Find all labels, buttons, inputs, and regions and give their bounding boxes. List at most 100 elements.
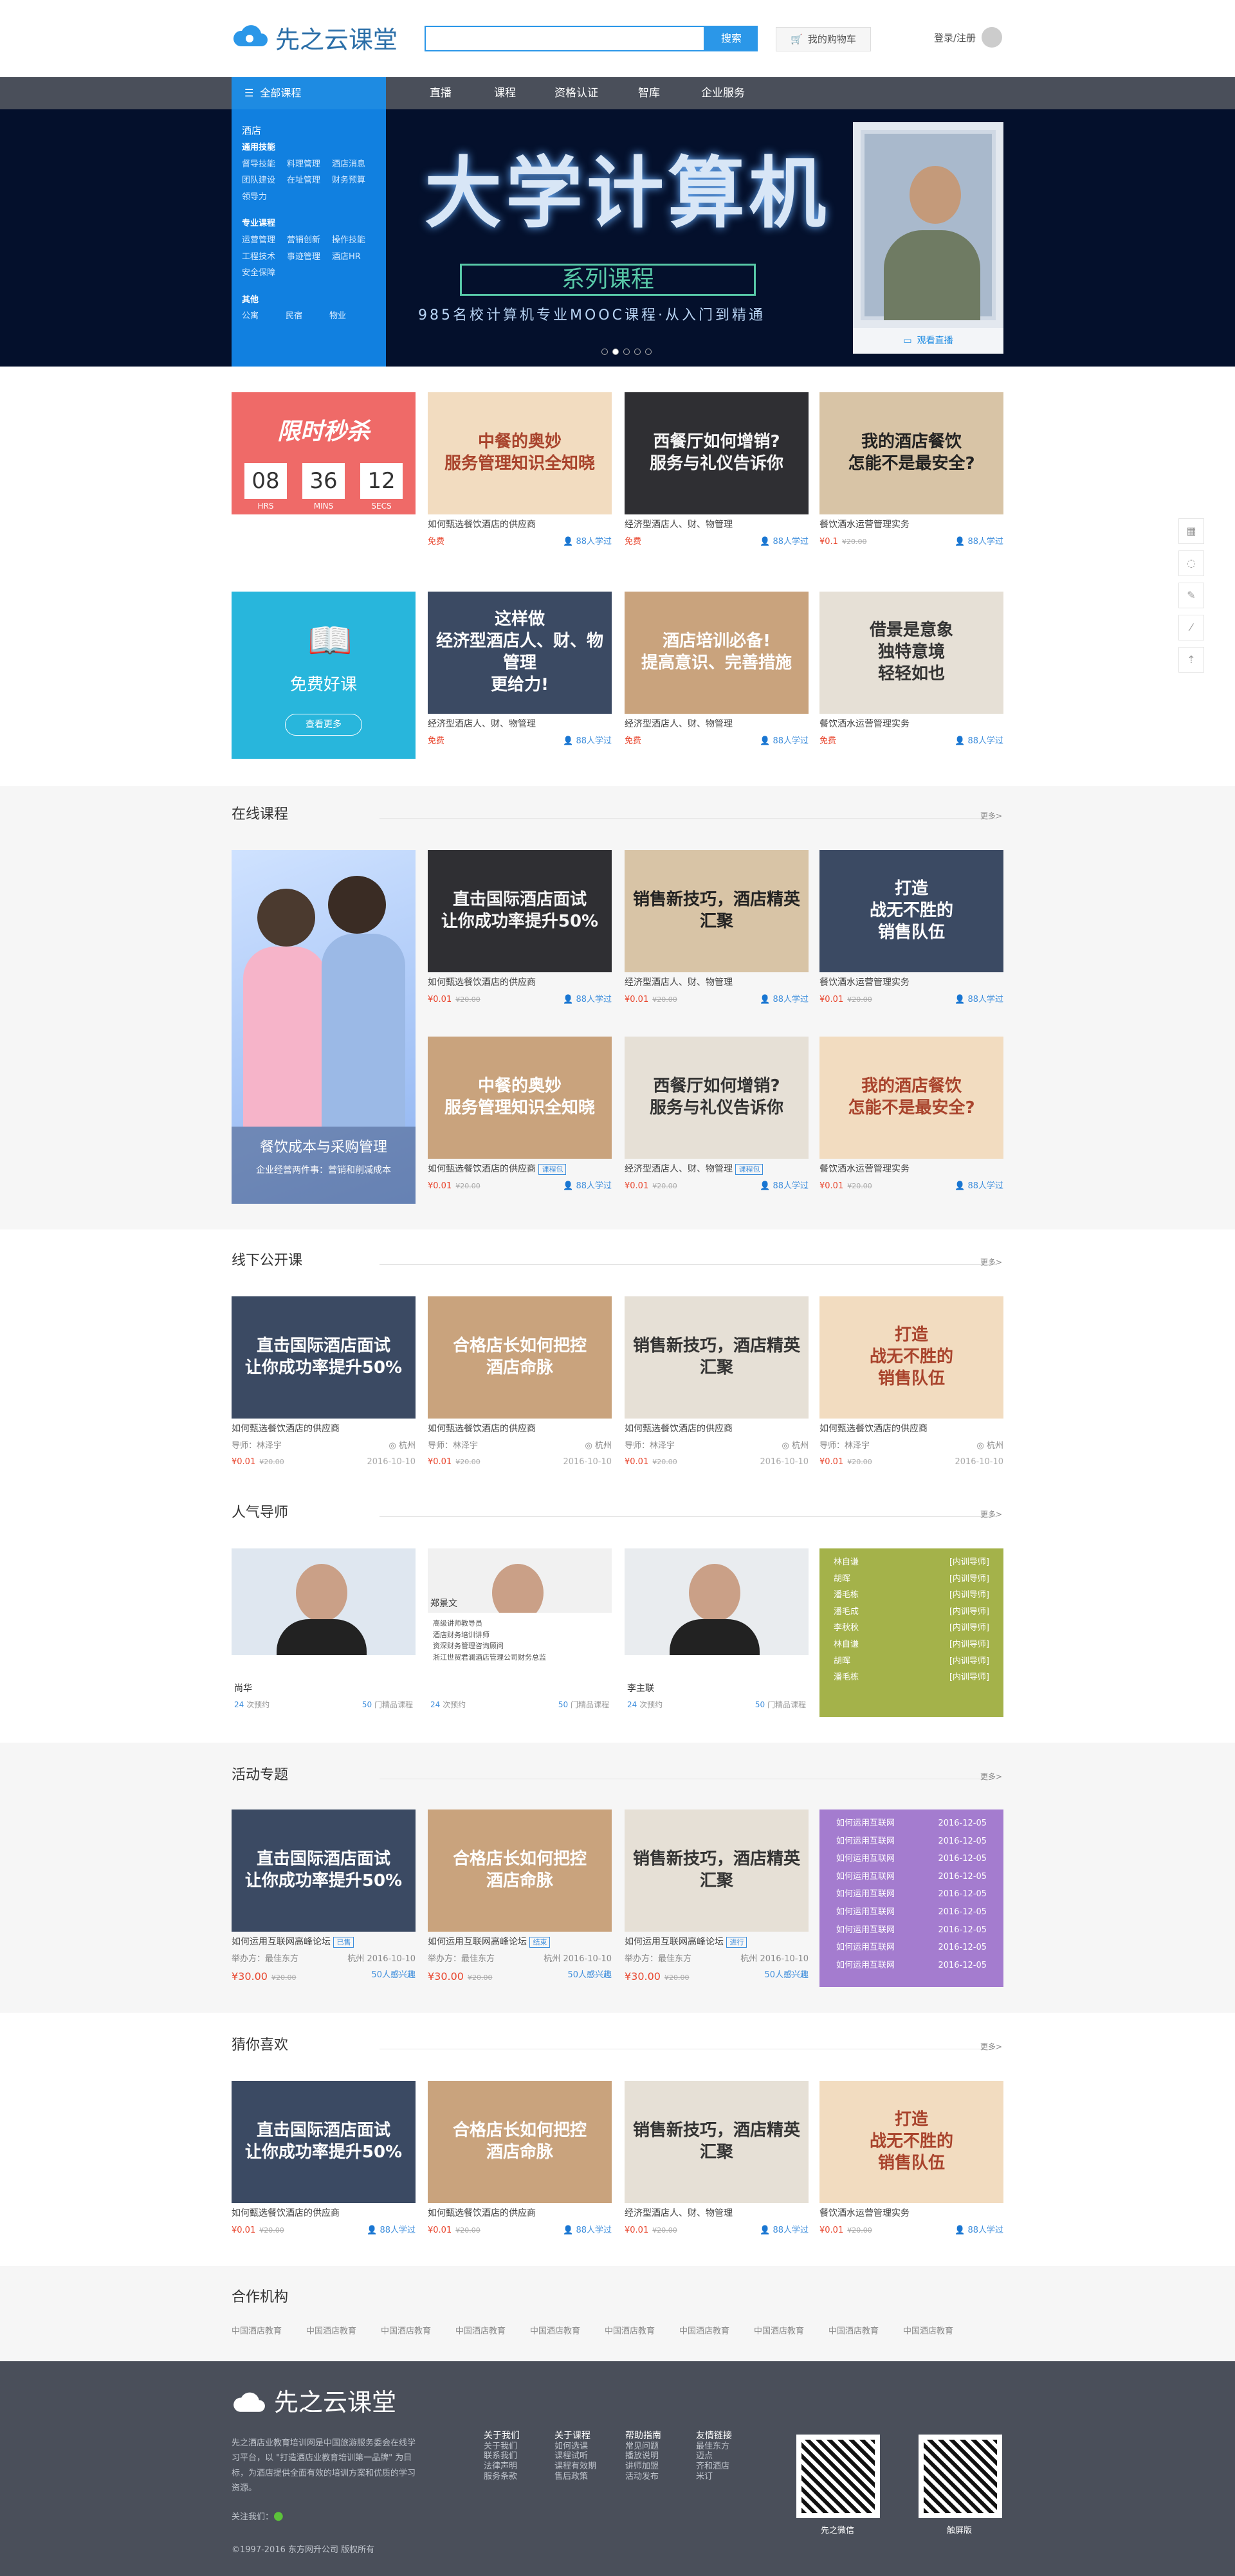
footer-link[interactable]: 法律声明 <box>484 2462 520 2472</box>
event-list-item[interactable]: 如何运用互联网 2016-12-05 <box>836 1819 987 1829</box>
footer-link[interactable]: 如何选课 <box>554 2442 596 2452</box>
course-thumbnail[interactable]: 我的酒店餐饮 怎能不是最安全? <box>819 392 1003 514</box>
category-professional[interactable]: 专业课程 <box>242 219 376 229</box>
course-title[interactable]: 如何甄选餐饮酒店的供应商 <box>428 520 612 531</box>
mentor-photo[interactable] <box>232 1548 416 1655</box>
watch-live-button[interactable]: ▭ 观看直播 <box>853 328 1003 354</box>
mentor-card[interactable]: 高级讲师教导员 酒店财务培训讲师 资深财务管理咨询顾问 浙江世贸君澜酒店管理公司… <box>428 1548 612 1717</box>
login-link[interactable]: 登录/注册 <box>934 32 976 44</box>
course-thumbnail[interactable]: 销售新技巧，酒店精英汇聚 <box>625 1296 809 1419</box>
mentor-photo[interactable] <box>625 1548 809 1655</box>
course-card[interactable]: 合格店长如何把控 酒店命脉 如何甄选餐饮酒店的供应商 ¥0.01 ¥20.00 👤 8… <box>428 2081 612 2235</box>
course-thumbnail[interactable]: 合格店长如何把控 酒店命脉 <box>428 1810 612 1932</box>
side-tool-top-icon[interactable]: ⇡ <box>1178 647 1204 673</box>
course-title[interactable]: 如何运用互联网高峰论坛 已售 <box>232 1937 416 1948</box>
category-other[interactable]: 其他 <box>242 295 376 305</box>
course-thumbnail[interactable]: 直击国际酒店面试 让你成功率提升50% <box>232 1810 416 1932</box>
category-general[interactable]: 通用技能 <box>242 143 376 153</box>
footer-link[interactable]: 服务条款 <box>484 2472 520 2482</box>
course-thumbnail[interactable]: 直击国际酒店面试 让你成功率提升50% <box>428 850 612 972</box>
category-link[interactable]: 财务预算 <box>332 176 365 186</box>
category-link[interactable]: 酒店消息 <box>332 159 365 170</box>
event-list-item[interactable]: 如何运用互联网 2016-12-05 <box>836 1854 987 1864</box>
mentor-list-item[interactable]: 林自谦 [内训导师] <box>834 1557 989 1568</box>
course-thumbnail[interactable]: 这样做 经济型酒店人、财、物管理 更给力! <box>428 592 612 714</box>
footer-link[interactable]: 讲师加盟 <box>625 2462 661 2472</box>
course-title[interactable]: 如何甄选餐饮酒店的供应商 课程包 <box>428 1164 612 1175</box>
course-thumbnail[interactable]: 直击国际酒店面试 让你成功率提升50% <box>232 2081 416 2203</box>
footer-link[interactable]: 课程试听 <box>554 2451 596 2462</box>
course-thumbnail[interactable]: 合格店长如何把控 酒店命脉 <box>428 2081 612 2203</box>
course-title[interactable]: 如何甄选餐饮酒店的供应商 <box>428 1424 612 1435</box>
footer-link[interactable]: 迈点 <box>696 2451 732 2462</box>
course-card[interactable]: 西餐厅如何增销? 服务与礼仪告诉你 经济型酒店人、财、物管理 免费 👤 88人学过 <box>625 392 809 547</box>
cart-button[interactable]: 🛒 我的购物车 <box>776 27 871 51</box>
mentor-list-item[interactable]: 李秋秋 [内训导师] <box>834 1623 989 1633</box>
course-card[interactable]: 销售新技巧，酒店精英汇聚 如何运用互联网高峰论坛 进行 举办方：最佳东方 杭州 20… <box>625 1810 809 1983</box>
search-button[interactable]: 搜索 <box>705 26 758 51</box>
event-list-item[interactable]: 如何运用互联网 2016-12-05 <box>836 1907 987 1918</box>
course-title[interactable]: 经济型酒店人、财、物管理 <box>428 719 612 730</box>
course-card[interactable]: 打造 战无不胜的 销售队伍 餐饮酒水运营管理实务 ¥0.01 ¥20.00 👤 88人… <box>819 2081 1003 2235</box>
carousel-dot[interactable] <box>612 349 619 355</box>
category-link[interactable]: 在址管理 <box>287 176 320 186</box>
course-title[interactable]: 经济型酒店人、财、物管理 课程包 <box>625 1164 809 1175</box>
course-title[interactable]: 如何甄选餐饮酒店的供应商 <box>232 2208 416 2219</box>
partner-link[interactable]: 中国酒店教育 <box>679 2327 729 2337</box>
course-thumbnail[interactable]: 销售新技巧，酒店精英汇聚 <box>625 850 809 972</box>
category-link[interactable]: 公寓 <box>242 311 259 322</box>
course-thumbnail[interactable]: 中餐的奥妙 服务管理知识全知晓 <box>428 1037 612 1159</box>
course-card[interactable]: 我的酒店餐饮 怎能不是最安全? 餐饮酒水运营管理实务 ¥0.01 ¥20.00 👤 8… <box>819 1037 1003 1191</box>
partner-link[interactable]: 中国酒店教育 <box>828 2327 879 2337</box>
mentor-list-item[interactable]: 林自谦 [内训导师] <box>834 1640 989 1650</box>
course-title[interactable]: 经济型酒店人、财、物管理 <box>625 719 809 730</box>
side-tool-chat-icon[interactable]: ◌ <box>1178 550 1204 576</box>
event-list-item[interactable]: 如何运用互联网 2016-12-05 <box>836 1925 987 1936</box>
footer-link[interactable]: 关于我们 <box>484 2442 520 2452</box>
course-title[interactable]: 如何甄选餐饮酒店的供应商 <box>428 977 612 988</box>
partner-link[interactable]: 中国酒店教育 <box>903 2327 953 2337</box>
course-thumbnail[interactable]: 我的酒店餐饮 怎能不是最安全? <box>819 1037 1003 1159</box>
footer-link[interactable]: 米订 <box>696 2472 732 2482</box>
course-card[interactable]: 借景是意象 独特意境 轻轻如也 餐饮酒水运营管理实务 免费 👤 88人学过 <box>819 592 1003 746</box>
carousel-dot[interactable] <box>623 349 630 355</box>
course-thumbnail[interactable]: 酒店培训必备! 提高意识、完善措施 <box>625 592 809 714</box>
category-hotel[interactable]: 酒店 <box>242 125 376 136</box>
events-more-link[interactable]: 更多> <box>980 1772 1002 1781</box>
mentor-card[interactable]: 尚华 24 次预约 50 门精品课程 <box>232 1548 416 1717</box>
course-card[interactable]: 这样做 经济型酒店人、财、物管理 更给力! 经济型酒店人、财、物管理 免费 👤 88… <box>428 592 612 746</box>
nav-item-enterprise[interactable]: 企业服务 <box>701 87 745 100</box>
mentor-card[interactable]: 李主联 24 次预约 50 门精品课程 <box>625 1548 809 1717</box>
partner-link[interactable]: 中国酒店教育 <box>605 2327 655 2337</box>
category-link[interactable]: 运营管理 <box>242 235 275 246</box>
view-more-button[interactable]: 查看更多 <box>285 714 362 736</box>
offline-more-link[interactable]: 更多> <box>980 1258 1002 1267</box>
category-link[interactable]: 督导技能 <box>242 159 275 170</box>
event-list-item[interactable]: 如何运用互联网 2016-12-05 <box>836 1961 987 1971</box>
course-card[interactable]: 打造 战无不胜的 销售队伍 如何甄选餐饮酒店的供应商 导师：林泽宇 ◎ 杭州 ¥0.… <box>819 1296 1003 1467</box>
course-card[interactable]: 销售新技巧，酒店精英汇聚 经济型酒店人、财、物管理 ¥0.01 ¥20.00 👤 88… <box>625 850 809 1004</box>
footer-link[interactable]: 课程有效期 <box>554 2462 596 2472</box>
category-link[interactable]: 工程技术 <box>242 252 275 262</box>
event-list-item[interactable]: 如何运用互联网 2016-12-05 <box>836 1837 987 1847</box>
course-card[interactable]: 直击国际酒店面试 让你成功率提升50% 如何运用互联网高峰论坛 已售 举办方：最佳… <box>232 1810 416 1983</box>
course-title[interactable]: 如何甄选餐饮酒店的供应商 <box>232 1424 416 1435</box>
category-link[interactable]: 领导力 <box>242 192 267 203</box>
side-tool-pen-icon[interactable]: ⁄ <box>1178 615 1204 640</box>
promo-tile[interactable]: 餐饮成本与采购管理 企业经营两件事：营销和削减成本 <box>232 850 416 1204</box>
search-input[interactable] <box>425 26 705 51</box>
free-courses-tile[interactable]: 📖 免费好课 查看更多 <box>232 592 416 759</box>
course-card[interactable]: 合格店长如何把控 酒店命脉 如何甄选餐饮酒店的供应商 导师：林泽宇 ◎ 杭州 ¥0.… <box>428 1296 612 1467</box>
side-tool-edit-icon[interactable]: ✎ <box>1178 583 1204 608</box>
course-card[interactable]: 我的酒店餐饮 怎能不是最安全? 餐饮酒水运营管理实务 ¥0.1 ¥20.00 👤 88… <box>819 392 1003 547</box>
category-link[interactable]: 安全保障 <box>242 268 275 278</box>
partner-link[interactable]: 中国酒店教育 <box>530 2327 580 2337</box>
category-link[interactable]: 物业 <box>329 311 346 322</box>
footer-link[interactable]: 播放说明 <box>625 2451 661 2462</box>
course-thumbnail[interactable]: 西餐厅如何增销? 服务与礼仪告诉你 <box>625 392 809 514</box>
course-title[interactable]: 餐饮酒水运营管理实务 <box>819 977 1003 988</box>
category-link[interactable]: 事迹管理 <box>287 252 320 262</box>
carousel-dot[interactable] <box>601 349 608 355</box>
live-teacher-card[interactable]: ▭ 观看直播 <box>853 122 1003 354</box>
mentors-more-link[interactable]: 更多> <box>980 1510 1002 1519</box>
